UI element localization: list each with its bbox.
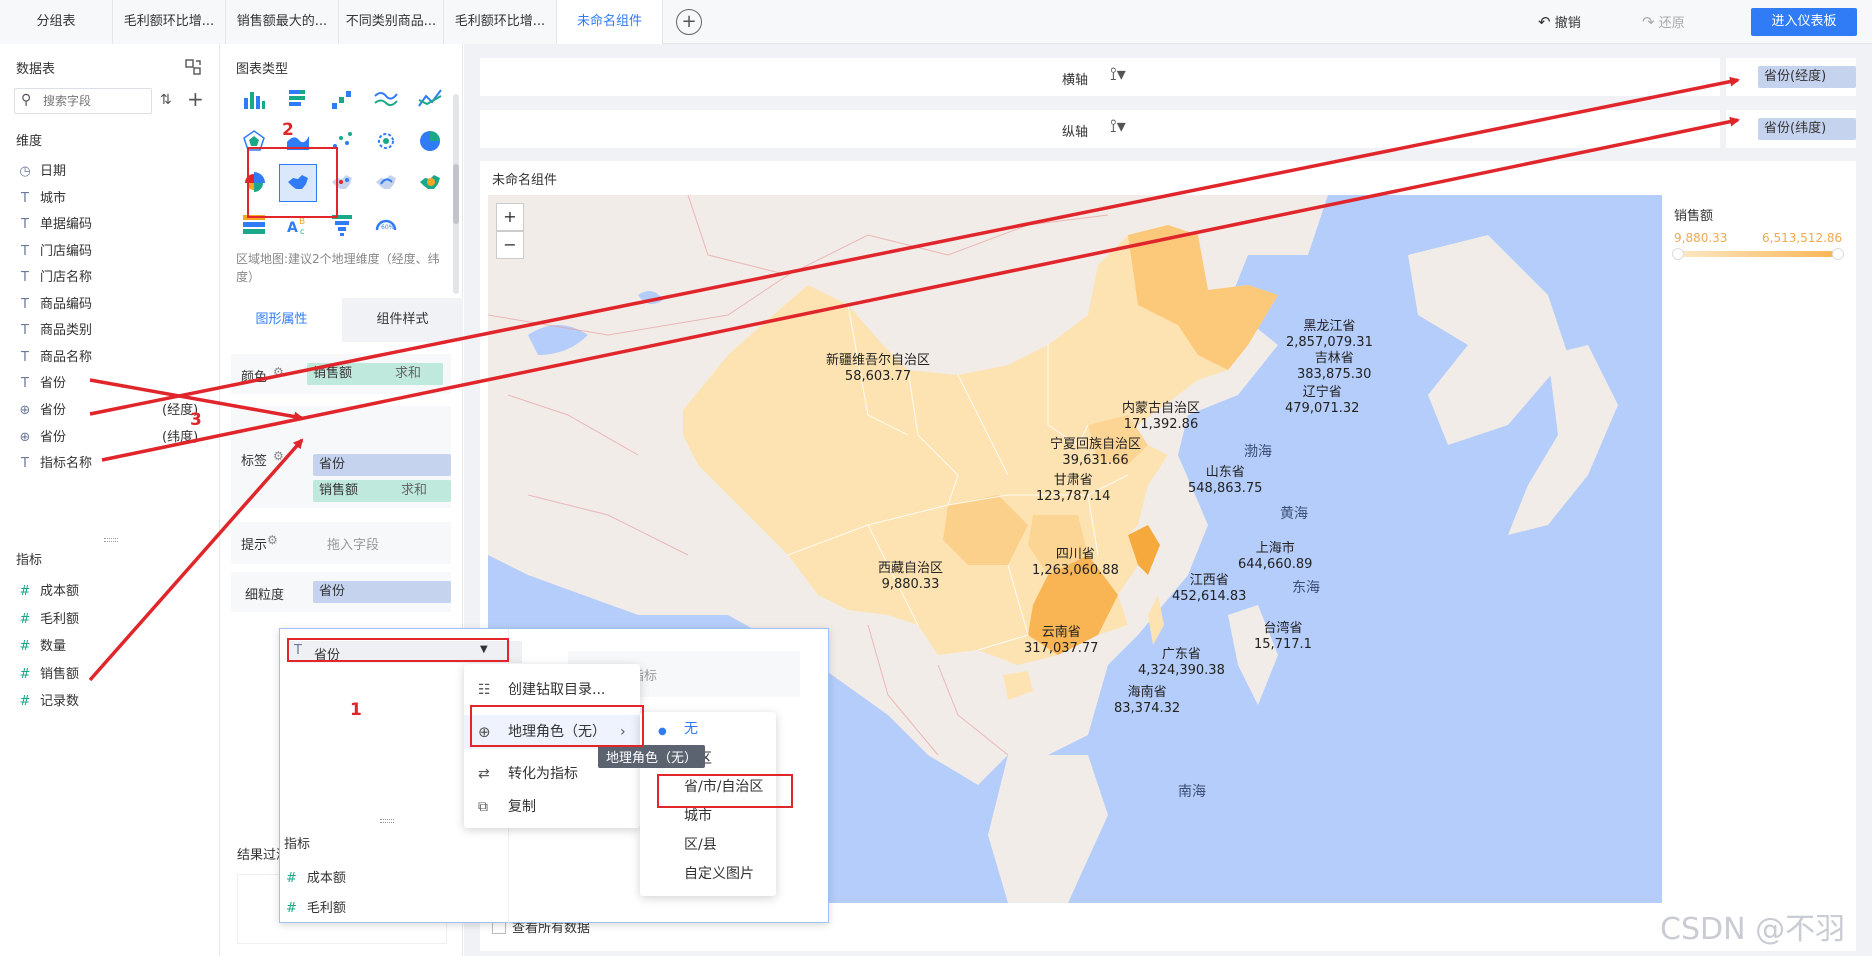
arrow-longitude-to-x-axis bbox=[89, 76, 1740, 416]
annotation-arrows bbox=[88, 76, 1740, 682]
watermark: CSDN @不羽 bbox=[1660, 912, 1846, 947]
arrow-province-to-label bbox=[89, 378, 304, 422]
arrow-sales-to-label bbox=[88, 438, 304, 682]
arrow-latitude-to-y-axis bbox=[101, 116, 1740, 462]
